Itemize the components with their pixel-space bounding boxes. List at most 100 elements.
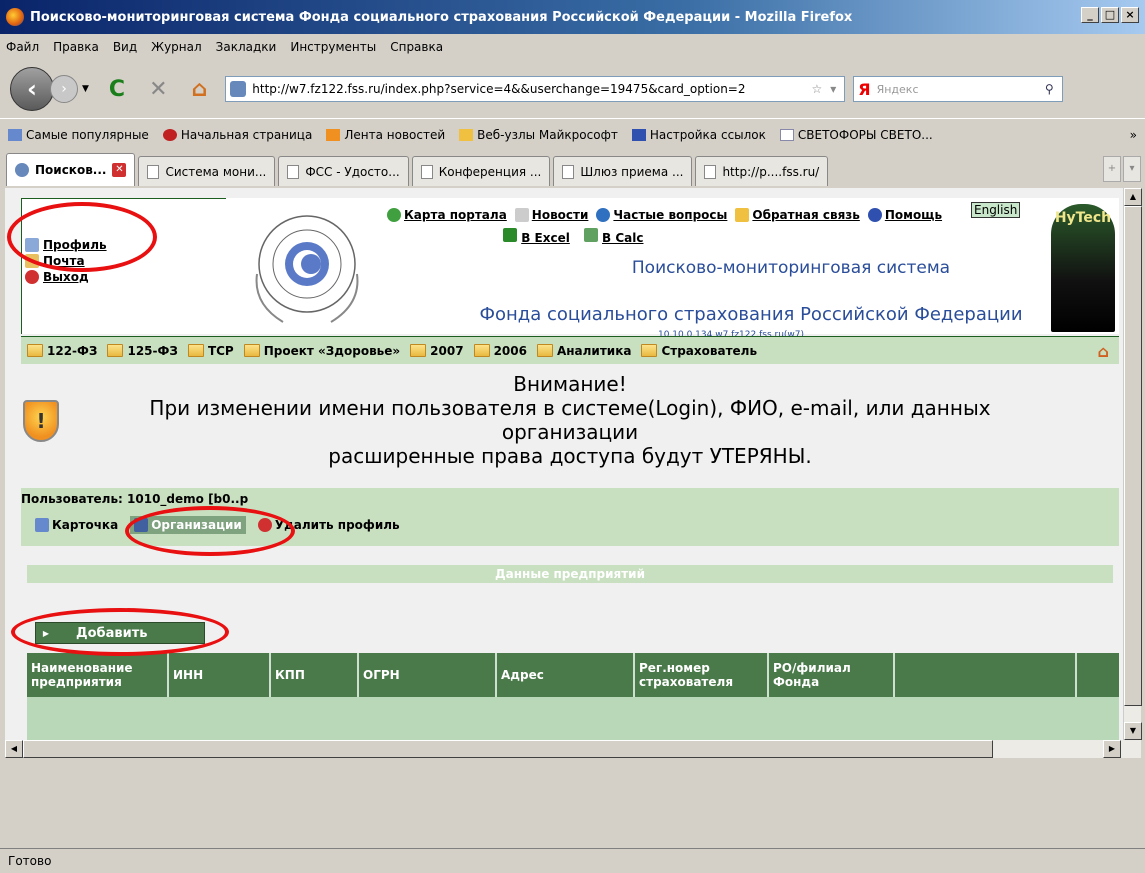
excel-link[interactable]: В Excel bbox=[503, 228, 570, 245]
nav-insurer[interactable]: Страхователь bbox=[641, 344, 757, 358]
firefox-bookmark-icon bbox=[162, 128, 177, 141]
nav-zdorovie[interactable]: Проект «Здоровье» bbox=[243, 344, 400, 358]
menu-bar: Файл Правка Вид Журнал Закладки Инструме… bbox=[0, 34, 1145, 60]
organizations-table: Наименование предприятия ИНН КПП ОГРН Ад… bbox=[27, 653, 1119, 740]
scroll-left-icon[interactable]: ◀ bbox=[5, 740, 23, 758]
address-bar[interactable]: http://w7.fz122.fss.ru/index.php?service… bbox=[225, 76, 846, 102]
tab-list-icon[interactable]: ▾ bbox=[1123, 156, 1141, 182]
tab-conference[interactable]: Конференция ... bbox=[411, 156, 551, 186]
menu-history[interactable]: Журнал bbox=[151, 40, 202, 54]
tab-active[interactable]: Поисков... ✕ bbox=[6, 153, 136, 186]
card-link[interactable]: Карточка bbox=[35, 518, 118, 532]
sitemap-link[interactable]: Карта портала bbox=[387, 208, 507, 222]
mail-icon bbox=[25, 254, 39, 268]
col-regnum[interactable]: Рег.номер страхователя bbox=[635, 653, 769, 697]
add-button[interactable]: ▶ Добавить bbox=[35, 622, 205, 644]
bookmark-news-feed[interactable]: Лента новостей bbox=[326, 128, 445, 142]
menu-bookmarks[interactable]: Закладки bbox=[216, 40, 277, 54]
col-inn[interactable]: ИНН bbox=[169, 653, 271, 697]
bookmarks-chevron[interactable]: » bbox=[1130, 128, 1137, 142]
calc-link[interactable]: В Calc bbox=[583, 228, 643, 245]
page-icon bbox=[562, 164, 575, 179]
bookmark-star-icon[interactable]: ☆ bbox=[811, 82, 822, 96]
menu-view[interactable]: Вид bbox=[113, 40, 137, 54]
url-text[interactable]: http://w7.fz122.fss.ru/index.php?service… bbox=[252, 82, 807, 96]
profile-link[interactable]: Профиль bbox=[25, 238, 107, 252]
col-name[interactable]: Наименование предприятия bbox=[27, 653, 169, 697]
bookmark-icon bbox=[8, 128, 22, 141]
hscroll-thumb[interactable] bbox=[23, 740, 993, 758]
new-tab-button[interactable]: + bbox=[1103, 156, 1121, 182]
delete-profile-link[interactable]: Удалить профиль bbox=[257, 518, 400, 532]
portal-links: Карта портала Новости Частые вопросы Обр… bbox=[387, 208, 942, 222]
search-box[interactable]: Я Яндекс ⚲ bbox=[853, 76, 1064, 102]
nav-tsr[interactable]: ТСР bbox=[187, 344, 234, 358]
exit-link[interactable]: Выход bbox=[25, 270, 107, 284]
scroll-down-icon[interactable]: ▼ bbox=[1124, 722, 1142, 740]
vertical-scrollbar[interactable]: ▲ ▼ bbox=[1123, 188, 1142, 740]
forward-button[interactable]: › bbox=[50, 75, 78, 103]
english-button[interactable]: English bbox=[971, 202, 1021, 218]
scroll-right-icon[interactable]: ▶ bbox=[1103, 740, 1121, 758]
col-branch[interactable]: РО/филиал Фонда bbox=[769, 653, 895, 697]
bookmark-start-page[interactable]: Начальная страница bbox=[162, 128, 312, 142]
tab-gateway[interactable]: Шлюз приема ... bbox=[553, 156, 693, 186]
feedback-link[interactable]: Обратная связь bbox=[735, 208, 860, 222]
mail-link[interactable]: Почта bbox=[25, 254, 107, 268]
search-icon[interactable]: ⚲ bbox=[1036, 82, 1062, 96]
maximize-button[interactable]: □ bbox=[1101, 7, 1119, 23]
menu-file[interactable]: Файл bbox=[6, 40, 39, 54]
col-address[interactable]: Адрес bbox=[497, 653, 635, 697]
yandex-icon[interactable]: Я bbox=[858, 80, 870, 99]
scroll-thumb[interactable] bbox=[1124, 206, 1142, 706]
menu-edit[interactable]: Правка bbox=[53, 40, 99, 54]
user-panel: Пользователь: 1010_demo [b0..p Карточка … bbox=[21, 488, 1119, 546]
scroll-up-icon[interactable]: ▲ bbox=[1124, 188, 1142, 206]
bookmark-most-visited[interactable]: Самые популярные bbox=[8, 128, 149, 142]
nav-122fz[interactable]: 122-ФЗ bbox=[27, 344, 97, 358]
warning-message: Внимание! При изменении имени пользовате… bbox=[149, 372, 991, 468]
organizations-link[interactable]: Организации bbox=[130, 516, 246, 534]
tab-http[interactable]: http://p....fss.ru/ bbox=[695, 156, 829, 186]
home-icon[interactable]: ⌂ bbox=[1098, 342, 1109, 361]
msn-icon bbox=[631, 128, 646, 141]
page-icon bbox=[147, 164, 160, 179]
col-ogrn[interactable]: ОГРН bbox=[359, 653, 497, 697]
news-link[interactable]: Новости bbox=[514, 208, 588, 222]
menu-tools[interactable]: Инструменты bbox=[290, 40, 376, 54]
folder-icon bbox=[107, 344, 124, 357]
export-links: В Excel В Calc bbox=[503, 228, 643, 245]
nav-2007[interactable]: 2007 bbox=[410, 344, 464, 358]
history-dropdown-icon[interactable]: ▼ bbox=[82, 84, 89, 94]
feedback-icon bbox=[735, 208, 750, 222]
table-header: Наименование предприятия ИНН КПП ОГРН Ад… bbox=[27, 653, 1119, 697]
horizontal-scrollbar[interactable]: ◀ ▶ bbox=[5, 740, 1141, 758]
url-dropdown-icon[interactable]: ▾ bbox=[830, 82, 836, 96]
close-button[interactable]: × bbox=[1121, 7, 1139, 23]
nav-2006[interactable]: 2006 bbox=[473, 344, 527, 358]
col-kpp[interactable]: КПП bbox=[271, 653, 359, 697]
reload-icon[interactable]: C bbox=[109, 77, 125, 102]
bookmark-microsoft-sites[interactable]: Веб-узлы Майкрософт bbox=[459, 128, 618, 142]
back-button[interactable]: ‹ bbox=[10, 67, 54, 111]
site-favicon-icon bbox=[15, 163, 29, 177]
search-placeholder[interactable]: Яндекс bbox=[877, 83, 1037, 96]
minimize-button[interactable]: _ bbox=[1081, 7, 1099, 23]
nav-analytics[interactable]: Аналитика bbox=[536, 344, 631, 358]
faq-link[interactable]: Частые вопросы bbox=[596, 208, 727, 222]
table-body bbox=[27, 697, 1119, 740]
folder-icon bbox=[410, 344, 427, 357]
menu-help[interactable]: Справка bbox=[390, 40, 443, 54]
section-nav: 122-ФЗ 125-ФЗ ТСР Проект «Здоровье» 2007… bbox=[21, 336, 1119, 364]
stop-icon[interactable]: ✕ bbox=[149, 77, 167, 102]
tab-close-icon[interactable]: ✕ bbox=[112, 163, 127, 177]
help-link[interactable]: Помощь bbox=[867, 208, 942, 222]
window-title: Поисково-мониторинговая система Фонда со… bbox=[30, 9, 853, 25]
site-identity-icon[interactable] bbox=[230, 81, 247, 97]
tab-fss-cert[interactable]: ФСС - Удосто... bbox=[278, 156, 409, 186]
bookmark-customize-links[interactable]: Настройка ссылок bbox=[631, 128, 766, 142]
home-icon[interactable]: ⌂ bbox=[192, 77, 208, 102]
nav-125fz[interactable]: 125-ФЗ bbox=[107, 344, 178, 358]
bookmark-svetofory[interactable]: СВЕТОФОРЫ СВЕТО... bbox=[779, 128, 933, 142]
tab-monitoring[interactable]: Система мони... bbox=[138, 156, 276, 186]
